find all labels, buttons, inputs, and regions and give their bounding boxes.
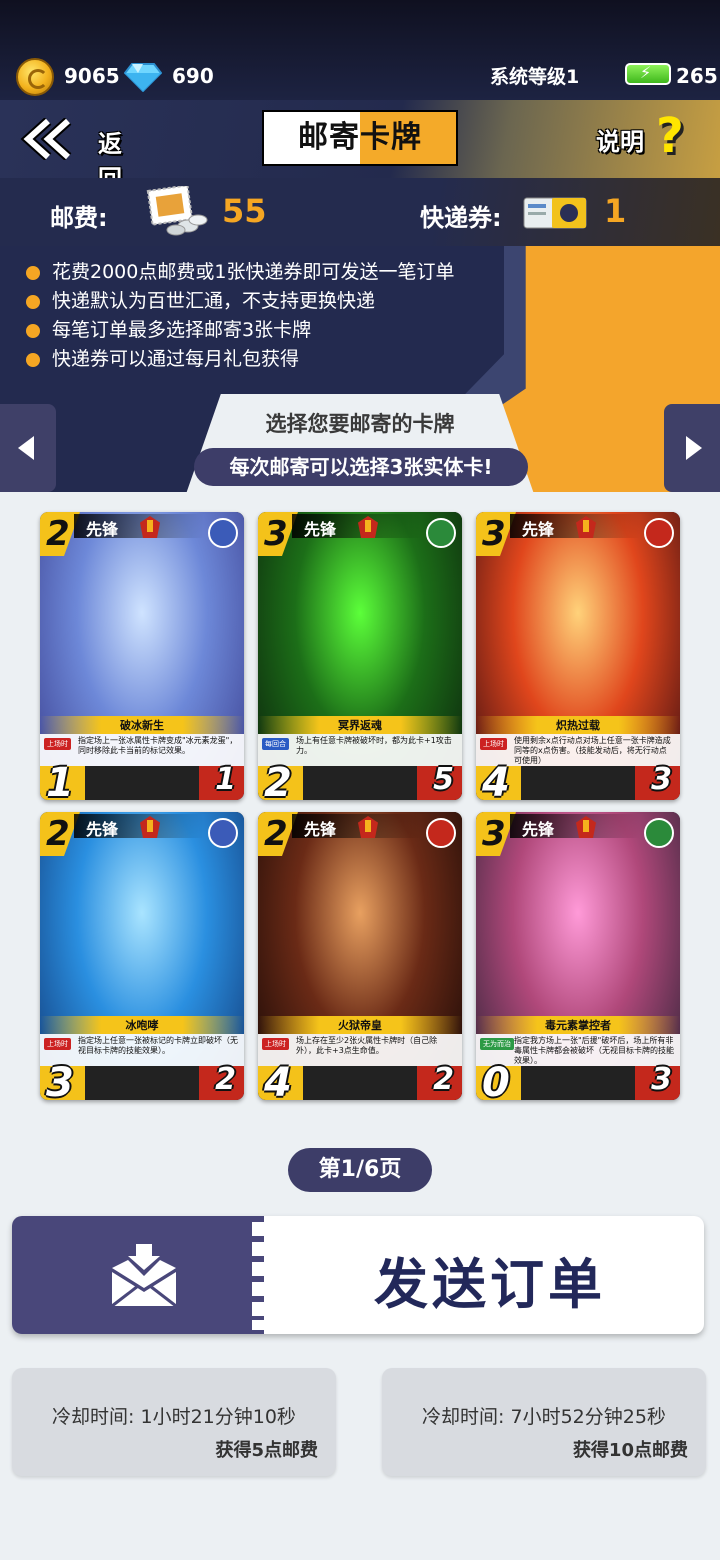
card-cost: 2 — [264, 814, 288, 854]
card-name: 毒元素掌控者 — [545, 1019, 611, 1032]
card-grid: 2 先锋 破冰新生 上场时 指定场上一张冰属性卡牌变成"冰元素龙蛋"，同时移除此卡当前的… — [40, 512, 682, 1102]
card-role: 先锋 — [304, 520, 337, 539]
card-item[interactable]: 3 先锋炽热过载上场时 使用剩余x点行动点对场上任意一张卡牌造成同等的x点伤害。（技… — [476, 512, 680, 800]
question-mark-icon: ? — [656, 108, 684, 164]
send-order-label: 发送订单 — [374, 1253, 606, 1316]
element-attribute-icon — [426, 818, 456, 848]
card-attack: 2 — [264, 760, 292, 800]
page-indicator: 第1/6页 — [288, 1148, 432, 1192]
card-health: 3 — [651, 762, 672, 797]
card-cost: 3 — [264, 514, 288, 554]
element-attribute-icon — [208, 818, 238, 848]
system-level: 系统等级1 — [490, 66, 580, 88]
send-order-button[interactable]: 发送订单 — [12, 1216, 704, 1334]
element-attribute-icon — [208, 518, 238, 548]
help-button[interactable]: 说明 ? — [596, 108, 706, 164]
card-attack: 0 — [482, 1060, 510, 1100]
card-name: 炽热过载 — [556, 719, 600, 732]
card-skill-tag: 上场时 — [44, 1038, 71, 1050]
postage-label: 邮费: — [50, 204, 108, 232]
card-cost: 2 — [46, 514, 70, 554]
gold-coin-icon — [16, 58, 54, 96]
card-item[interactable]: 3 先锋毒元素掌控者无为而治 指定我方场上一张"后援"破坏后，场上所有非毒属性卡牌都… — [476, 812, 680, 1100]
status-bar: 9065 690 系统等级1 265 — [0, 0, 720, 100]
rule-item: 快递默认为百世汇通，不支持更换快递 — [26, 287, 454, 316]
rules-list: 花费2000点邮费或1张快递券即可发送一笔订单 快递默认为百世汇通，不支持更换快… — [26, 258, 454, 374]
rules-panel: 花费2000点邮费或1张快递券即可发送一笔订单 快递默认为百世汇通，不支持更换快… — [0, 246, 720, 492]
rule-item: 快递券可以通过每月礼包获得 — [26, 345, 454, 374]
card-skill-text: 使用剩余x点行动点对场上任意一张卡牌造成同等的x点伤害。（技能发动后，将无行动点… — [514, 736, 671, 765]
mail-envelope-icon — [111, 1244, 177, 1308]
gold-amount: 9065 — [64, 64, 120, 88]
postage-value: 55 — [222, 192, 267, 230]
selection-subtitle: 每次邮寄可以选择3张实体卡! — [194, 448, 528, 486]
card-health: 2 — [215, 1062, 236, 1097]
element-attribute-icon — [644, 518, 674, 548]
card-name: 冥界返魂 — [338, 719, 382, 732]
card-role: 先锋 — [522, 820, 555, 839]
selection-title: 选择您要邮寄的卡牌 — [265, 412, 455, 436]
card-item[interactable]: 2 先锋冰咆哮上场时 指定场上任意一张被标记的卡牌立即破坏（无视目标卡牌的技能效果）… — [40, 812, 244, 1100]
postage-stamp-icon — [146, 186, 208, 236]
express-ticket-value: 1 — [604, 192, 627, 230]
diamond-amount: 690 — [172, 64, 214, 88]
card-skill-text: 指定场上任意一张被标记的卡牌立即破坏（无视目标卡牌的技能效果）。 — [78, 1036, 238, 1055]
double-chevron-left-icon — [20, 118, 72, 160]
card-health: 2 — [433, 1062, 454, 1097]
card-item[interactable]: 2 先锋破冰新生上场时 指定场上一张冰属性卡牌变成"冰元素龙蛋"，同时移除此卡当前的… — [40, 512, 244, 800]
express-ticket-label: 快递券: — [420, 204, 502, 232]
diamond-icon — [124, 63, 162, 92]
card-item[interactable]: 2 先锋火狱帝皇上场时 场上存在至少2张火属性卡牌时（自己除外），此卡+3点生命值。… — [258, 812, 462, 1100]
card-cost: 2 — [46, 814, 70, 854]
card-attack: 1 — [46, 760, 74, 800]
card-health: 1 — [215, 762, 236, 797]
card-skill-tag: 无为而治 — [480, 1038, 514, 1050]
card-attack: 3 — [46, 1060, 74, 1100]
card-cost: 3 — [482, 814, 506, 854]
element-attribute-icon — [426, 518, 456, 548]
cooldown-reward: 获得10点邮费 — [572, 1440, 688, 1461]
card-name: 火狱帝皇 — [338, 1019, 382, 1032]
card-role: 先锋 — [86, 820, 119, 839]
ticket-notches — [252, 1216, 276, 1334]
fee-row: 邮费: 55 快递券: 1 — [0, 178, 720, 246]
card-cost: 3 — [482, 514, 506, 554]
card-skill-tag: 每回合 — [262, 738, 289, 750]
card-skill-text: 场上存在至少2张火属性卡牌时（自己除外），此卡+3点生命值。 — [296, 1036, 438, 1055]
energy-battery-icon — [625, 63, 671, 85]
back-button[interactable]: 返回 — [20, 114, 140, 193]
element-attribute-icon — [644, 818, 674, 848]
card-name: 冰咆哮 — [125, 1019, 159, 1032]
express-ticket-icon — [523, 197, 587, 229]
card-name: 破冰新生 — [120, 719, 164, 732]
card-role: 先锋 — [522, 520, 555, 539]
rule-item: 花费2000点邮费或1张快递券即可发送一笔订单 — [26, 258, 454, 287]
cooldown-time: 冷却时间: 1小时21分钟10秒 — [52, 1406, 296, 1428]
page-header: 返回 邮寄卡牌 说明 ? — [0, 100, 720, 193]
cooldown-reward: 获得5点邮费 — [215, 1440, 318, 1461]
card-skill-tag: 上场时 — [480, 738, 507, 750]
card-skill-tag: 上场时 — [262, 1038, 289, 1050]
rule-item: 每笔订单最多选择邮寄3张卡牌 — [26, 316, 454, 345]
next-page-arrow-button[interactable] — [664, 404, 720, 492]
energy-amount: 265 — [676, 64, 718, 88]
card-role: 先锋 — [304, 820, 337, 839]
card-item[interactable]: 3 先锋冥界返魂每回合 场上有任意卡牌被破坏时，都为此卡+1攻击力。 2 5 — [258, 512, 462, 800]
help-label: 说明 — [596, 128, 644, 156]
card-skill-text: 指定场上一张冰属性卡牌变成"冰元素龙蛋"，同时移除此卡当前的标记效果。 — [78, 736, 238, 755]
card-role: 先锋 — [86, 520, 119, 539]
prev-page-arrow-button[interactable] — [0, 404, 56, 492]
card-health: 5 — [433, 762, 454, 797]
card-health: 3 — [651, 1062, 672, 1097]
page-title: 邮寄卡牌 — [298, 120, 422, 155]
card-skill-text: 场上有任意卡牌被破坏时，都为此卡+1攻击力。 — [296, 736, 452, 755]
card-attack: 4 — [482, 760, 510, 800]
cooldown-box-postage-10[interactable]: 冷却时间: 7小时52分钟25秒 获得10点邮费 — [382, 1368, 706, 1476]
cooldown-time: 冷却时间: 7小时52分钟25秒 — [422, 1406, 666, 1428]
card-attack: 4 — [264, 1060, 292, 1100]
card-skill-tag: 上场时 — [44, 738, 71, 750]
cooldown-box-postage-5[interactable]: 冷却时间: 1小时21分钟10秒 获得5点邮费 — [12, 1368, 336, 1476]
page-title-box: 邮寄卡牌 — [262, 110, 458, 166]
card-skill-text: 指定我方场上一张"后援"破坏后，场上所有非毒属性卡牌都会被破坏（无视目标卡牌的技… — [514, 1036, 674, 1065]
